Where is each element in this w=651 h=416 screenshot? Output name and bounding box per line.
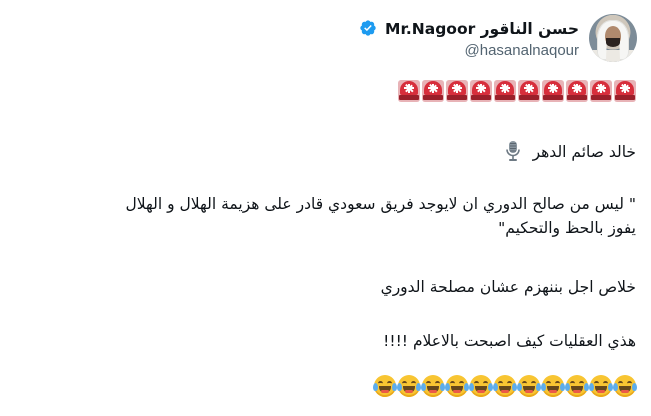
microphone-icon bbox=[505, 141, 520, 161]
tears-of-joy-emoji-icon bbox=[421, 375, 445, 397]
display-name[interactable]: حسن الناقور Mr.Nagoor bbox=[385, 20, 579, 38]
tweet-line-1-text: خالد صائم الدهر bbox=[532, 143, 636, 161]
tears-of-joy-emoji-icon bbox=[493, 375, 517, 397]
police-light-emoji-icon bbox=[398, 80, 420, 102]
police-light-emoji-icon bbox=[590, 80, 612, 102]
police-light-emoji-icon bbox=[446, 80, 468, 102]
tears-of-joy-emoji-icon bbox=[517, 375, 541, 397]
avatar-beard bbox=[606, 38, 620, 47]
police-light-emoji-icon bbox=[614, 80, 636, 102]
laugh-emoji-row bbox=[373, 375, 637, 397]
police-light-emoji-icon bbox=[470, 80, 492, 102]
tweet-line-3: يفوز بالحظ والتحكيم" bbox=[498, 219, 636, 237]
user-info: حسن الناقور Mr.Nagoor @hasanalnaqour bbox=[179, 18, 579, 62]
police-light-emoji-icon bbox=[518, 80, 540, 102]
verified-badge-icon bbox=[360, 20, 376, 36]
avatar[interactable] bbox=[589, 14, 637, 62]
tweet-line-5: هذي العقليات كيف اصبحت بالاعلام !!!! bbox=[383, 332, 636, 350]
tears-of-joy-emoji-icon bbox=[469, 375, 493, 397]
avatar-shoulders bbox=[589, 50, 637, 62]
tears-of-joy-emoji-icon bbox=[397, 375, 421, 397]
tears-of-joy-emoji-icon bbox=[613, 375, 637, 397]
police-light-emoji-icon bbox=[542, 80, 564, 102]
tweet[interactable]: حسن الناقور Mr.Nagoor @hasanalnaqour خال… bbox=[0, 0, 651, 416]
user-handle[interactable]: @hasanalnaqour bbox=[179, 40, 579, 62]
tears-of-joy-emoji-icon bbox=[589, 375, 613, 397]
tweet-line-1: خالد صائم الدهر bbox=[504, 140, 636, 163]
siren-emoji-row bbox=[398, 80, 636, 102]
police-light-emoji-icon bbox=[566, 80, 588, 102]
tweet-line-4: خلاص اجل بننهزم عشان مصلحة الدوري bbox=[380, 278, 636, 296]
name-row[interactable]: حسن الناقور Mr.Nagoor bbox=[179, 18, 579, 40]
tears-of-joy-emoji-icon bbox=[445, 375, 469, 397]
tears-of-joy-emoji-icon bbox=[565, 375, 589, 397]
tweet-line-2: " ليس من صالح الدوري ان لايوجد فريق سعود… bbox=[125, 195, 636, 213]
tears-of-joy-emoji-icon bbox=[373, 375, 397, 397]
police-light-emoji-icon bbox=[494, 80, 516, 102]
tears-of-joy-emoji-icon bbox=[541, 375, 565, 397]
police-light-emoji-icon bbox=[422, 80, 444, 102]
